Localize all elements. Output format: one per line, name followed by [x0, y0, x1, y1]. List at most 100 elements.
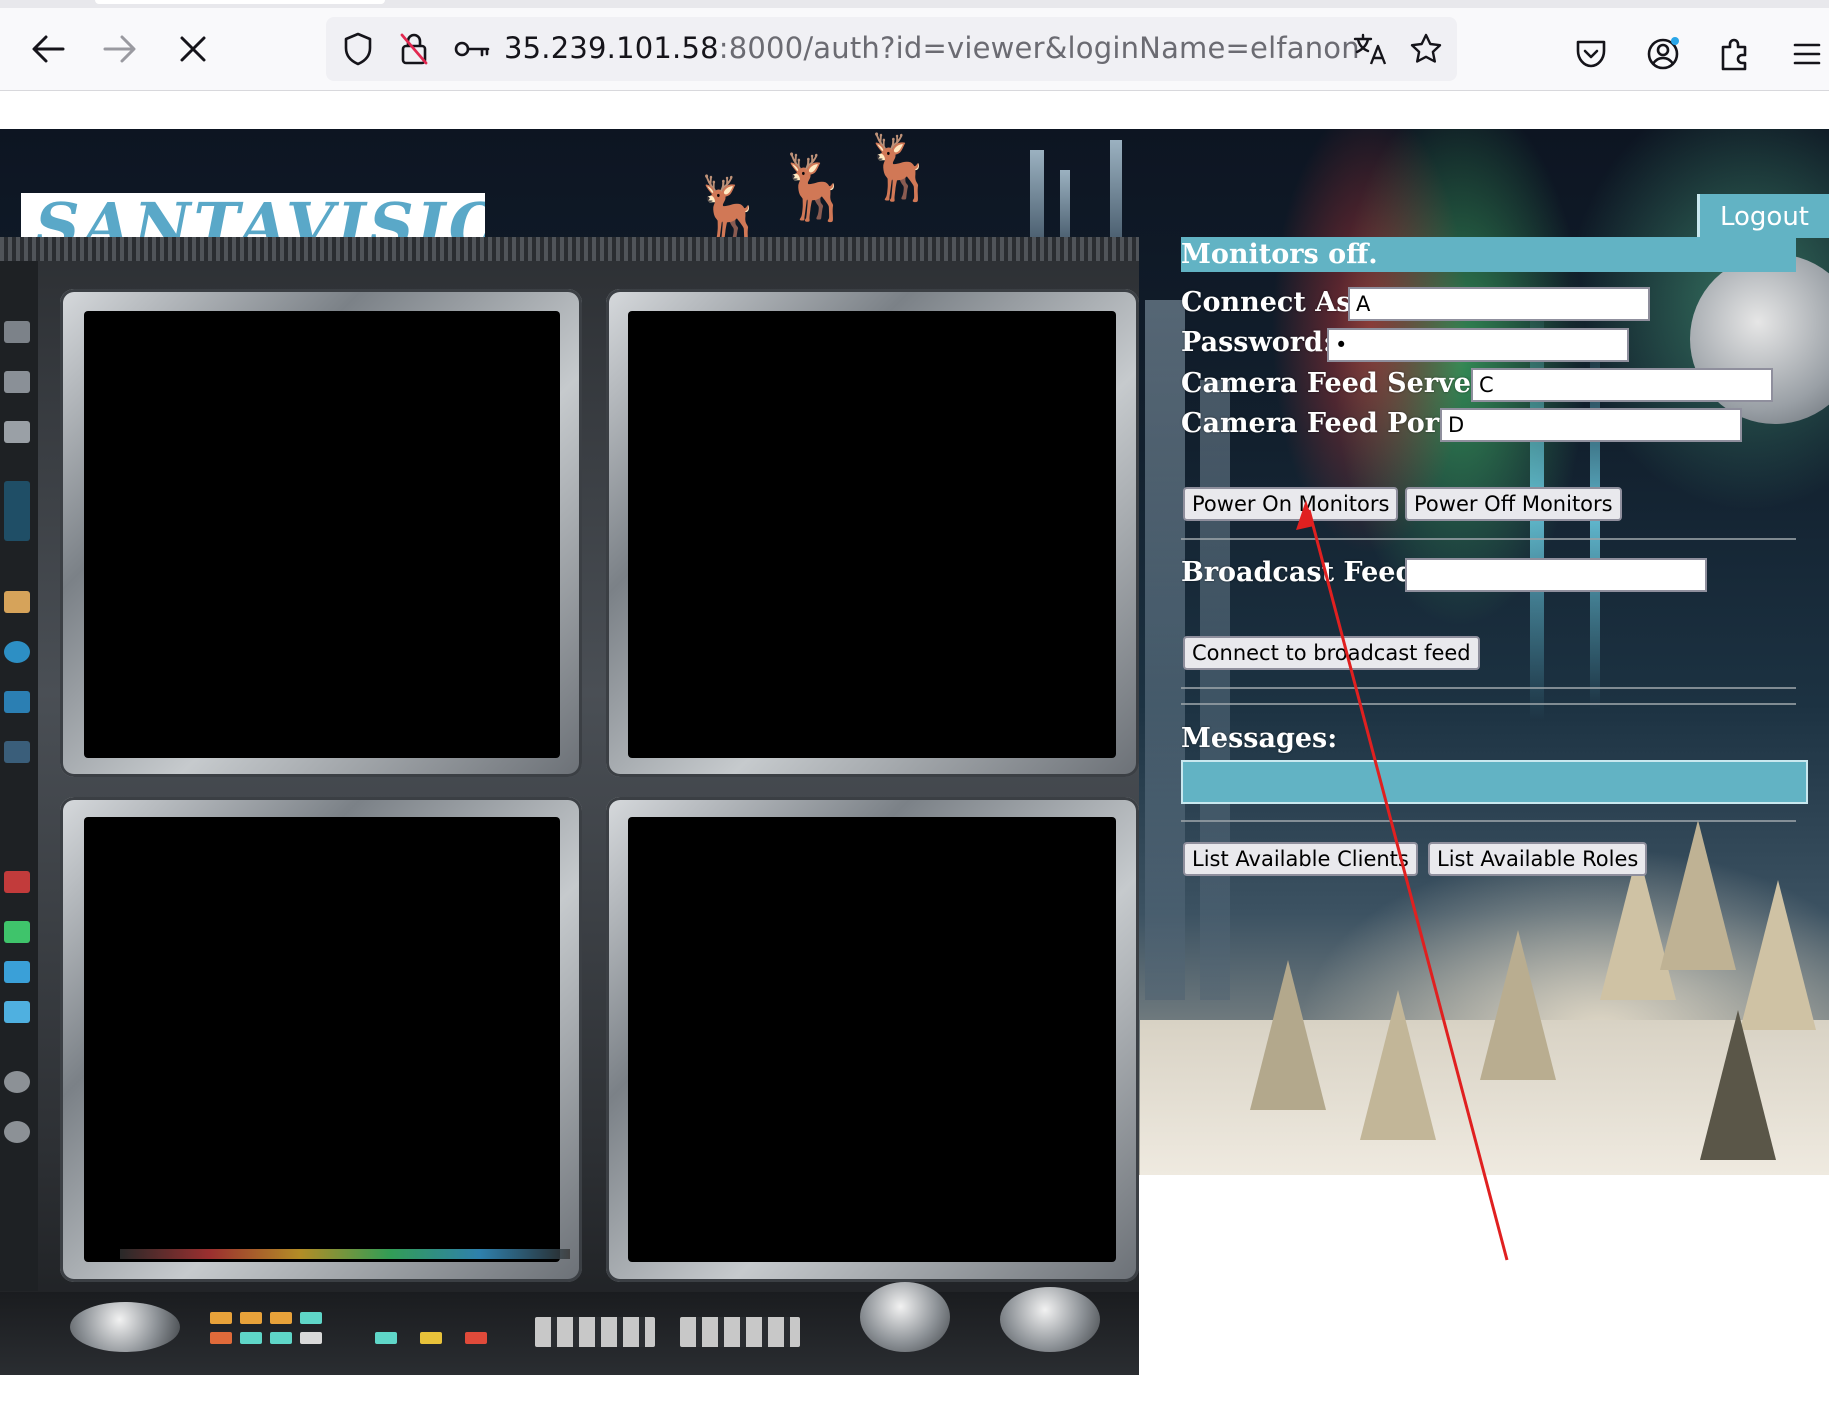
- keypad-grid: [535, 1317, 655, 1347]
- list-available-roles-button[interactable]: List Available Roles: [1428, 842, 1648, 876]
- monitor-screen-2: [628, 311, 1116, 758]
- pine-tree: [1360, 990, 1436, 1140]
- panel-button: [4, 321, 30, 343]
- forward-button[interactable]: [92, 21, 148, 77]
- camera-feed-port-input[interactable]: [1440, 408, 1742, 442]
- url-text[interactable]: 35.239.101.58:8000/auth?id=viewer&loginN…: [504, 31, 1360, 65]
- panel-knob: [4, 1071, 30, 1093]
- tab-strip: [0, 0, 1829, 8]
- camera-feed-server-label: Camera Feed Server:: [1181, 368, 1496, 399]
- divider: [1181, 703, 1796, 705]
- address-bar[interactable]: 35.239.101.58:8000/auth?id=viewer&loginN…: [326, 17, 1457, 81]
- keypad-key: [210, 1332, 232, 1344]
- pine-tree: [1740, 880, 1816, 1030]
- password-input[interactable]: [1327, 328, 1629, 362]
- divider: [1181, 538, 1796, 540]
- city-spire: [1060, 170, 1070, 240]
- page-white-area: [1139, 1175, 1829, 1410]
- panel-light-green: [4, 921, 30, 943]
- panel-display: [4, 481, 30, 541]
- reindeer-image: 🦌: [690, 173, 770, 247]
- active-tab-edge[interactable]: [95, 0, 385, 4]
- keypad-key: [270, 1312, 292, 1324]
- shield-icon[interactable]: [340, 31, 376, 67]
- logout-button[interactable]: Logout: [1697, 194, 1829, 238]
- connect-as-label: Connect As:: [1181, 287, 1362, 318]
- close-icon: [180, 36, 206, 62]
- keypad-key: [300, 1312, 322, 1324]
- city-spire: [1030, 150, 1044, 240]
- console-control-deck: [0, 1282, 1139, 1375]
- logo-text: SANTAVISION: [35, 193, 485, 238]
- forward-arrow-icon: [103, 35, 136, 63]
- panel-light-blue: [4, 961, 30, 983]
- pine-tree: [1660, 820, 1736, 970]
- monitor-frame-4: [606, 797, 1139, 1282]
- insecure-lock-icon[interactable]: [396, 31, 432, 67]
- monitor-screen-1: [84, 311, 560, 758]
- pine-tree: [1480, 930, 1556, 1080]
- camera-feed-port-label: Camera Feed Port:: [1181, 408, 1462, 439]
- city-tower: [1145, 300, 1185, 1000]
- url-host: 35.239.101.58: [504, 31, 719, 65]
- menu-icon[interactable]: [1786, 33, 1828, 75]
- back-arrow-icon: [32, 35, 65, 63]
- santavision-logo: SANTAVISION: [21, 193, 485, 237]
- reindeer-image: 🦌: [775, 151, 855, 225]
- panel-button: [4, 691, 30, 713]
- divider: [1181, 687, 1796, 689]
- city-spire: [1110, 140, 1122, 240]
- keypad-key: [300, 1332, 322, 1344]
- account-icon[interactable]: [1642, 33, 1684, 75]
- keypad-key: [375, 1332, 397, 1344]
- messages-label: Messages:: [1181, 723, 1338, 754]
- divider: [1181, 820, 1796, 822]
- back-button[interactable]: [20, 21, 76, 77]
- connect-as-input[interactable]: [1348, 287, 1650, 321]
- pocket-icon[interactable]: [1570, 33, 1612, 75]
- control-knob: [1000, 1287, 1100, 1352]
- panel-light-blue: [4, 1001, 30, 1023]
- panel-button: [4, 421, 30, 443]
- keypad-key: [240, 1332, 262, 1344]
- key-icon[interactable]: [452, 31, 492, 67]
- keypad-key: [240, 1312, 262, 1324]
- monitor-frame-1: [60, 289, 582, 777]
- panel-light-red: [4, 871, 30, 893]
- stop-loading-button[interactable]: [165, 21, 221, 77]
- keypad-grid: [680, 1317, 800, 1347]
- reindeer-image: 🦌: [860, 131, 940, 205]
- bookmark-star-icon[interactable]: [1406, 29, 1446, 69]
- panel-button: [4, 641, 30, 663]
- pine-tree: [1250, 960, 1326, 1110]
- console-side-panel: [0, 261, 38, 1291]
- pine-tree: [1700, 1010, 1776, 1160]
- panel-knob: [4, 1121, 30, 1143]
- monitor-frame-2: [606, 289, 1139, 777]
- power-on-monitors-button[interactable]: Power On Monitors: [1183, 487, 1399, 521]
- monitor-screen-3: [84, 817, 560, 1262]
- monitor-screen-4: [628, 817, 1116, 1262]
- keypad-key: [270, 1332, 292, 1344]
- panel-button: [4, 371, 30, 393]
- console-light-strip: [120, 1249, 570, 1259]
- camera-feed-server-input[interactable]: [1471, 368, 1773, 402]
- panel-button: [4, 591, 30, 613]
- url-path: :8000/auth?id=viewer&loginName=elfanon: [718, 31, 1360, 65]
- extensions-icon[interactable]: [1714, 33, 1756, 75]
- password-label: Password:: [1181, 327, 1333, 358]
- panel-button: [4, 741, 30, 763]
- city-tower: [1200, 380, 1230, 1000]
- console-vent: [0, 237, 1139, 261]
- list-available-clients-button[interactable]: List Available Clients: [1183, 842, 1418, 876]
- monitor-status: Monitors off.: [1181, 237, 1796, 272]
- power-off-monitors-button[interactable]: Power Off Monitors: [1405, 487, 1622, 521]
- keypad-key: [420, 1332, 442, 1344]
- connect-broadcast-feed-button[interactable]: Connect to broadcast feed: [1183, 636, 1480, 670]
- control-knob: [860, 1282, 950, 1352]
- browser-toolbar: 35.239.101.58:8000/auth?id=viewer&loginN…: [0, 8, 1829, 91]
- broadcast-feed-input[interactable]: [1405, 558, 1707, 592]
- keypad-key: [465, 1332, 487, 1344]
- translate-icon[interactable]: [1350, 29, 1390, 69]
- monitor-frame-3: [60, 797, 582, 1282]
